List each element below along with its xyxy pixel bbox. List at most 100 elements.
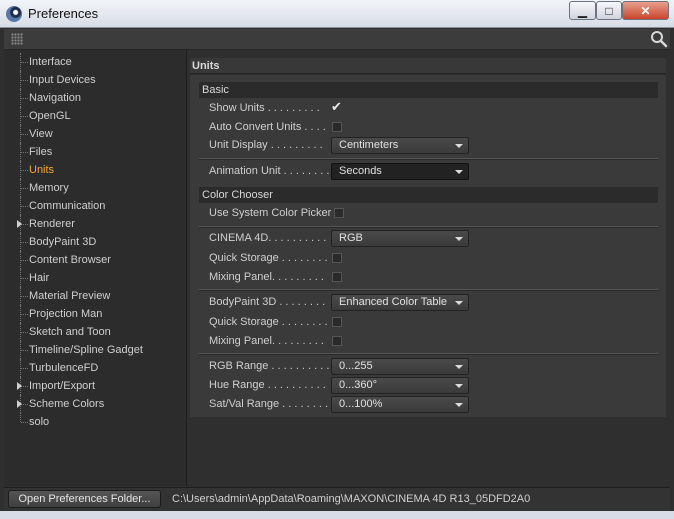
- satval-range-value: 0...100%: [339, 398, 383, 410]
- minimize-button[interactable]: ▁: [569, 1, 596, 20]
- divider: [199, 226, 658, 228]
- expand-arrow-icon[interactable]: [17, 220, 22, 228]
- auto-convert-checkbox[interactable]: [332, 122, 342, 132]
- animation-unit-value: Seconds: [339, 165, 382, 177]
- sidebar-item-label: View: [29, 128, 53, 140]
- auto-convert-row: Auto Convert Units . . . .: [190, 119, 666, 137]
- sidebar-item-label: OpenGL: [29, 110, 71, 122]
- sidebar: Interface Input Devices Navigation OpenGL Vi…: [4, 50, 187, 486]
- chevron-down-icon: [455, 170, 463, 174]
- use-system-label: Use System Color Picker: [209, 207, 332, 219]
- sidebar-item-projection-man[interactable]: Projection Man: [4, 305, 182, 323]
- sidebar-item-view[interactable]: View: [4, 125, 182, 143]
- cinema4d-value: RGB: [339, 232, 363, 244]
- section-color-chooser: Color Chooser: [199, 187, 658, 203]
- close-button[interactable]: ✕: [622, 1, 669, 20]
- sidebar-item-sketch-and-toon[interactable]: Sketch and Toon: [4, 323, 182, 341]
- sidebar-item-label: Content Browser: [29, 254, 111, 266]
- hue-range-label: Hue Range . . . . . . . . . . .: [209, 379, 329, 391]
- quick-storage-checkbox[interactable]: [332, 317, 342, 327]
- sidebar-item-memory[interactable]: Memory: [4, 179, 182, 197]
- sidebar-item-timeline-spline-gadget[interactable]: Timeline/Spline Gadget: [4, 341, 182, 359]
- animation-unit-select[interactable]: Seconds: [331, 163, 469, 180]
- mixing-panel-checkbox[interactable]: [332, 336, 342, 346]
- grip-icon[interactable]: [11, 33, 23, 45]
- bodypaint-select[interactable]: Enhanced Color Table: [331, 294, 469, 311]
- quick-storage-checkbox[interactable]: [332, 253, 342, 263]
- chevron-down-icon: [455, 237, 463, 241]
- show-units-checkbox[interactable]: ✔: [331, 99, 342, 115]
- use-system-checkbox[interactable]: [334, 208, 344, 218]
- sidebar-item-opengl[interactable]: OpenGL: [4, 107, 182, 125]
- rgb-range-select[interactable]: 0...255: [331, 358, 469, 375]
- sidebar-item-label: Units: [29, 164, 55, 176]
- bodypaint-value: Enhanced Color Table: [339, 296, 448, 308]
- quick-storage-row: Quick Storage . . . . . . . .: [190, 250, 666, 268]
- window-bottom-edge: [0, 511, 674, 519]
- sidebar-item-label: Import/Export: [29, 380, 96, 392]
- footer-bar: Open Preferences Folder... C:\Users\admi…: [4, 487, 670, 512]
- cinema4d-label: CINEMA 4D. . . . . . . . . . .: [209, 232, 329, 244]
- expand-arrow-icon[interactable]: [17, 382, 22, 390]
- rgb-range-value: 0...255: [339, 360, 373, 372]
- sidebar-item-files[interactable]: Files: [4, 143, 182, 161]
- settings-panel: Units Basic Show Units . . . . . . . . .…: [188, 50, 670, 486]
- divider: [199, 353, 658, 355]
- sidebar-item-solo[interactable]: solo: [4, 413, 182, 431]
- divider: [199, 158, 658, 160]
- sidebar-item-label: Sketch and Toon: [29, 326, 111, 338]
- animation-unit-row: Animation Unit . . . . . . . . Seconds: [190, 163, 666, 181]
- hue-range-select[interactable]: 0...360°: [331, 377, 469, 394]
- cinema4d-row: CINEMA 4D. . . . . . . . . . . RGB: [190, 230, 666, 248]
- sidebar-item-label: Navigation: [29, 92, 81, 104]
- sidebar-item-label: Communication: [29, 200, 106, 212]
- unit-display-select[interactable]: Centimeters: [331, 137, 469, 154]
- mixing-panel-row: Mixing Panel. . . . . . . . .: [190, 333, 666, 351]
- sidebar-item-label: Material Preview: [29, 290, 111, 302]
- search-icon[interactable]: [650, 30, 668, 48]
- show-units-row: Show Units . . . . . . . . . ✔: [190, 99, 666, 118]
- use-system-row: Use System Color Picker: [190, 205, 666, 223]
- sidebar-item-scheme-colors[interactable]: Scheme Colors: [4, 395, 182, 413]
- auto-convert-label: Auto Convert Units . . . .: [209, 121, 326, 133]
- bodypaint-label: BodyPaint 3D . . . . . . . . .: [209, 296, 329, 308]
- sidebar-item-import-export[interactable]: Import/Export: [4, 377, 182, 395]
- rgb-range-label: RGB Range . . . . . . . . . .: [209, 360, 329, 372]
- open-preferences-folder-button[interactable]: Open Preferences Folder...: [8, 490, 161, 508]
- mixing-panel-label: Mixing Panel. . . . . . . . .: [209, 271, 324, 283]
- sidebar-item-input-devices[interactable]: Input Devices: [4, 71, 182, 89]
- window-title: Preferences: [28, 6, 99, 21]
- animation-unit-label: Animation Unit . . . . . . . .: [209, 165, 329, 177]
- sidebar-item-hair[interactable]: Hair: [4, 269, 182, 287]
- sidebar-item-units[interactable]: Units: [4, 161, 182, 179]
- sidebar-item-label: Timeline/Spline Gadget: [29, 344, 143, 356]
- page-title: Units: [190, 58, 666, 74]
- sidebar-item-content-browser[interactable]: Content Browser: [4, 251, 182, 269]
- chevron-down-icon: [455, 301, 463, 305]
- cinema4d-select[interactable]: RGB: [331, 230, 469, 247]
- sidebar-item-communication[interactable]: Communication: [4, 197, 182, 215]
- sidebar-list: Interface Input Devices Navigation OpenGL Vi…: [4, 53, 182, 431]
- sidebar-item-navigation[interactable]: Navigation: [4, 89, 182, 107]
- chevron-down-icon: [455, 144, 463, 148]
- rgb-range-row: RGB Range . . . . . . . . . . 0...255: [190, 358, 666, 376]
- sidebar-item-material-preview[interactable]: Material Preview: [4, 287, 182, 305]
- toolbar: [4, 29, 670, 50]
- section-basic: Basic: [199, 82, 658, 98]
- cinema4d-logo-icon: [6, 6, 22, 22]
- unit-display-value: Centimeters: [339, 139, 399, 151]
- expand-arrow-icon[interactable]: [17, 400, 22, 408]
- mixing-panel-checkbox[interactable]: [332, 272, 342, 282]
- show-units-label: Show Units . . . . . . . . .: [209, 102, 320, 114]
- sidebar-item-bodypaint-3d[interactable]: BodyPaint 3D: [4, 233, 182, 251]
- maximize-button[interactable]: □: [596, 1, 622, 20]
- title-bar: Preferences ▁ □ ✕: [0, 0, 674, 28]
- unit-display-label: Unit Display . . . . . . . . .: [209, 139, 323, 151]
- mixing-panel-row: Mixing Panel. . . . . . . . .: [190, 269, 666, 287]
- sidebar-item-renderer[interactable]: Renderer: [4, 215, 182, 233]
- sidebar-item-label: TurbulenceFD: [29, 362, 99, 374]
- satval-range-select[interactable]: 0...100%: [331, 396, 469, 413]
- sidebar-item-interface[interactable]: Interface: [4, 53, 182, 71]
- sidebar-item-label: Files: [29, 146, 53, 158]
- sidebar-item-turbulencefd[interactable]: TurbulenceFD: [4, 359, 182, 377]
